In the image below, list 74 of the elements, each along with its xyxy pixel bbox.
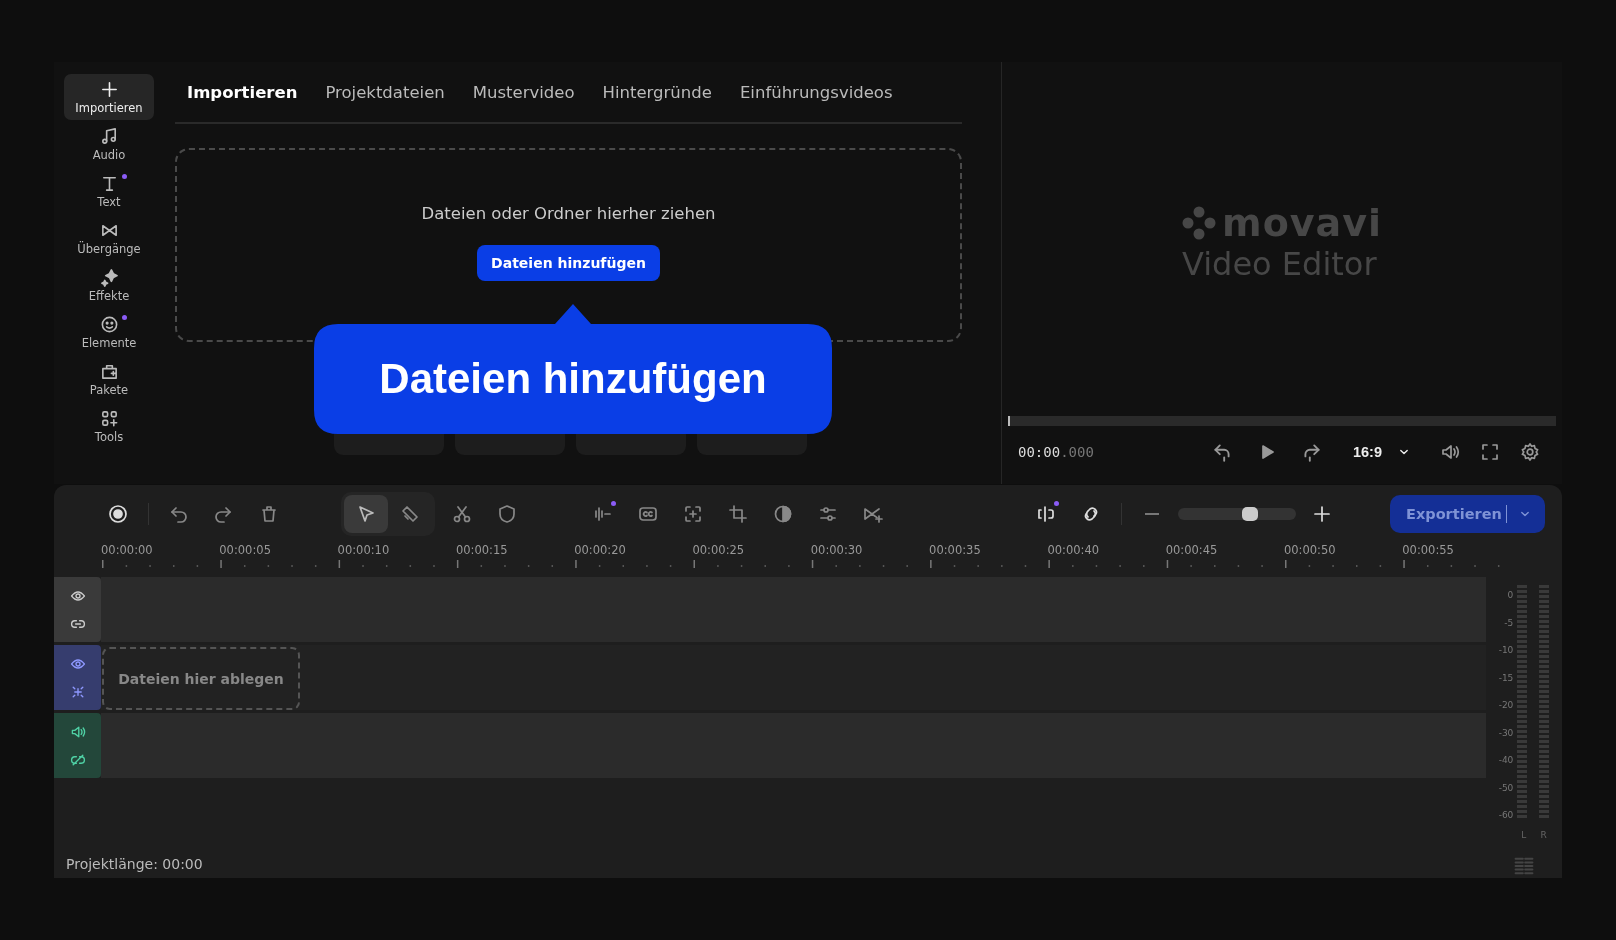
captions-icon (638, 504, 658, 524)
sidebar-item[interactable]: Pakete (64, 356, 154, 402)
time-label: 00:00:40 (1047, 543, 1101, 557)
meter-scale-label: -15 (1498, 672, 1514, 683)
trash-icon (259, 504, 279, 524)
meter-scale-label: 0 (1506, 590, 1514, 600)
logo-icon (1182, 206, 1217, 240)
time-label: 00:00:00 (101, 543, 154, 557)
music-note-icon (99, 126, 119, 146)
smiley-icon (99, 314, 119, 334)
tab[interactable]: Projektdateien (311, 82, 459, 102)
tab[interactable]: Mustervideo (458, 82, 589, 102)
scissors-icon (452, 504, 472, 524)
cursor-icon (356, 504, 376, 524)
time-label: 00:00:35 (929, 543, 982, 557)
slider-thumb[interactable] (1241, 507, 1258, 521)
time-label: 00:00:05 (219, 543, 272, 557)
channel-label: R (1540, 830, 1547, 840)
minus-icon (1145, 513, 1159, 515)
time-label: 00:00:55 (1402, 543, 1455, 557)
split-icon (1036, 504, 1056, 524)
channel-label: L (1521, 830, 1527, 840)
select-tool-button[interactable] (344, 495, 388, 533)
sparkle-icon (99, 267, 119, 287)
time-label: 00:00:10 (337, 543, 391, 557)
settings-icon (1520, 441, 1540, 462)
meter-scale-label: -50 (1498, 782, 1514, 793)
undo-icon (169, 504, 189, 524)
sidebar-item[interactable]: Importieren (64, 74, 154, 120)
time-label: 00:00:30 (810, 543, 864, 557)
add-files-button[interactable]: Dateien hinzufügen (477, 245, 660, 281)
sliders-icon (818, 504, 838, 524)
meter-scale-label: -30 (1498, 727, 1514, 738)
export-button[interactable]: Exportieren (1390, 495, 1545, 533)
waveform-icon (593, 504, 613, 524)
time-label: 00:00:15 (455, 543, 509, 557)
time-label: 00:00:25 (692, 543, 746, 557)
sidebar-item[interactable]: Effekte (64, 262, 154, 308)
tab[interactable]: Einführungsvideos (725, 82, 907, 102)
record-icon (108, 504, 128, 524)
meter-scale-label: -60 (1498, 810, 1514, 820)
callout-tooltip: Dateien hinzufügen (314, 302, 832, 434)
timecode: 00:00.000 (1018, 443, 1094, 460)
grid-icon (99, 408, 119, 428)
meter-scale-label: -20 (1498, 700, 1514, 710)
tab[interactable]: Hintergründe (588, 82, 726, 102)
meter-scale-label: -10 (1498, 645, 1514, 655)
zoom-slider[interactable] (1178, 508, 1296, 520)
project-length: Projektlänge: 00:00 (66, 856, 203, 872)
eraser-icon (400, 504, 420, 524)
time-label: 00:00:20 (574, 543, 627, 557)
focus-icon (683, 504, 703, 524)
crop-icon (728, 504, 748, 524)
time-label: 00:00:45 (1165, 543, 1219, 557)
fullscreen-icon (1480, 441, 1500, 462)
meter-scale-label: -40 (1498, 755, 1514, 765)
settings-button[interactable] (1520, 441, 1540, 462)
drop-hint: Dateien oder Ordner hierher ziehen (421, 204, 716, 223)
sidebar-item[interactable]: Elemente (64, 309, 154, 355)
sidebar-item[interactable]: Text (64, 168, 154, 214)
redo-icon (213, 504, 233, 524)
time-label: 00:00:50 (1283, 543, 1337, 557)
sidebar-item[interactable]: Tools (64, 403, 154, 449)
sidebar-item[interactable]: Audio (64, 121, 154, 167)
tab[interactable]: Importieren (175, 82, 312, 102)
aspect-ratio-dropdown[interactable]: 16:9 (1352, 443, 1412, 460)
plus-icon (1312, 504, 1332, 524)
contrast-icon (773, 504, 793, 524)
clip-drop-zone[interactable]: Dateien hier ablegen (102, 647, 300, 710)
plus-icon (99, 79, 119, 99)
meter-scale-label: -5 (1503, 617, 1514, 628)
sidebar-item[interactable]: Übergänge (64, 215, 154, 261)
fullscreen-button[interactable] (1480, 441, 1500, 462)
shield-icon (497, 504, 517, 524)
